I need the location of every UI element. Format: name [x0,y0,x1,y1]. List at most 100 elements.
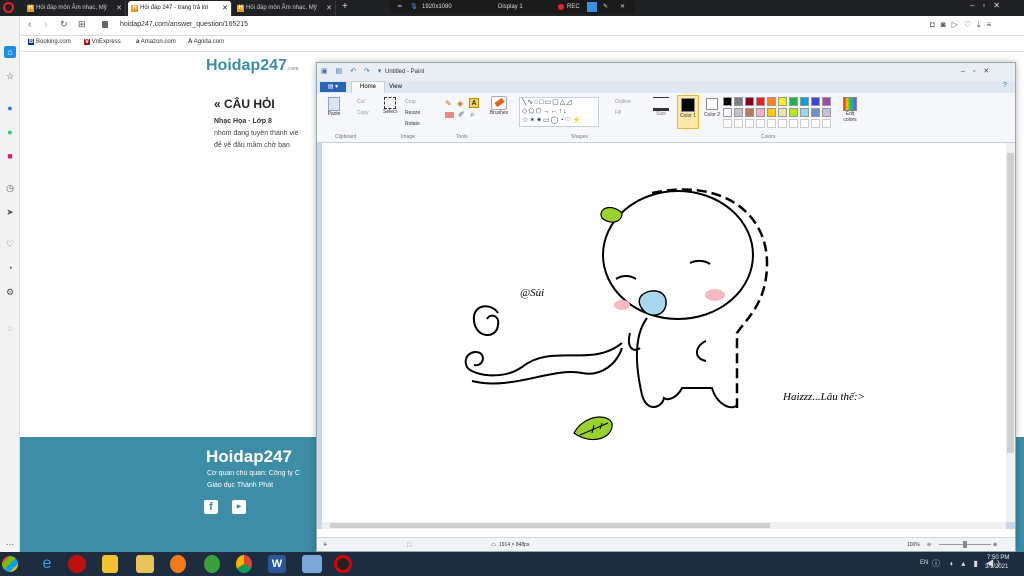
help-icon[interactable]: ? [1003,82,1007,89]
more-icon[interactable]: … [4,536,16,548]
palette-swatch[interactable] [789,108,798,117]
messenger-icon[interactable]: ● [4,102,16,114]
recorder-rec-label[interactable]: REC [567,0,580,14]
footer-logo[interactable]: Hoidap247 [206,447,292,467]
bookmark-vnexpress[interactable]: V VnExpress [84,39,121,45]
tab-3[interactable]: H Hỏi đáp môn Âm nhạc, Mỹ ✕ [234,1,336,16]
scroll-thumb[interactable] [1007,153,1014,453]
palette-swatch[interactable] [745,97,754,106]
fill-button[interactable]: Fill [615,110,621,116]
palette-swatch-empty[interactable] [789,119,798,128]
palette-swatch[interactable] [789,97,798,106]
back-icon[interactable]: ‹ [28,19,31,30]
bookmark-amazon[interactable]: a Amazon.com [136,39,176,45]
color1-button[interactable]: Color 1 [677,95,699,129]
opera-taskbar-icon[interactable] [68,555,86,573]
zoom-in-button[interactable]: ⊕ [993,538,997,552]
fill-icon[interactable]: ◈ [457,99,463,108]
shapes-gallery[interactable]: ╲∿○□▭▢△◿ ◇⬠⬡→←↑↓ ☆✶✷▭◯◔♡⚡ [519,97,599,127]
palette-swatch[interactable] [811,97,820,106]
clock-date[interactable]: 3/1/2021 [985,564,1008,570]
palette-swatch[interactable] [778,97,787,106]
subject-label[interactable]: Nhạc Họa · Lớp 8 [214,118,272,125]
cut-button[interactable]: Cut [357,99,365,105]
palette-swatch[interactable] [800,97,809,106]
palette-swatch[interactable] [778,108,787,117]
palette-swatch[interactable] [723,97,732,106]
edit-colors-button[interactable]: Edit colors [839,97,861,123]
new-tab-button[interactable]: + [342,1,348,12]
close-tab-icon[interactable]: ✕ [116,1,122,16]
select-button[interactable]: Select [381,97,399,115]
clock-time[interactable]: 7:50 PM [987,555,1009,561]
firefox-icon[interactable] [170,555,186,573]
window-controls[interactable]: ‒▫✕ [970,1,1008,10]
youtube-icon[interactable]: ▶ [232,500,246,514]
quick-access-icons[interactable]: ▣ ▤ ↶ ↷ ▾ [321,63,384,81]
recorder-resolution[interactable]: 1920x1080 [422,0,452,14]
zoom-out-button[interactable]: ⊖ [927,538,931,552]
palette-swatch-empty[interactable] [778,119,787,128]
palette-swatch[interactable] [800,108,809,117]
outline-button[interactable]: Outline [615,99,631,105]
bookmark-booking[interactable]: B Booking.com [28,39,71,45]
tab-home[interactable]: Home [351,81,386,93]
word-icon[interactable]: W [268,555,286,573]
star-icon[interactable]: ☆ [4,70,16,82]
eraser-icon[interactable] [445,112,454,118]
history-icon[interactable]: ◷ [4,182,16,194]
whatsapp-icon[interactable]: ● [4,126,16,138]
pencil-icon[interactable]: ✎ [445,99,452,108]
text-tool-icon[interactable]: A [469,98,479,108]
opera-logo-icon[interactable] [3,2,14,13]
send-icon[interactable]: ➤ [4,206,16,218]
pen-icon[interactable]: ✎ [603,0,608,14]
palette-swatch-empty[interactable] [767,119,776,128]
palette-swatch-empty[interactable] [734,119,743,128]
palette-swatch-empty[interactable] [811,119,820,128]
vertical-scrollbar[interactable] [1006,143,1015,522]
facebook-icon[interactable]: f [204,500,218,514]
minimize-icon[interactable]: ━ [398,0,402,14]
start-button-icon[interactable] [2,556,18,572]
palette-swatch-empty[interactable] [800,119,809,128]
language-indicator[interactable]: EN [920,560,928,566]
recorder-taskbar-icon[interactable] [334,555,352,573]
paste-button[interactable]: Paste [323,97,345,127]
recorder-square-icon[interactable] [587,2,597,12]
hscroll-thumb[interactable] [330,523,770,528]
recorder-display[interactable]: Display 1 [498,0,523,14]
ie-icon[interactable]: e [36,555,58,573]
tab-2[interactable]: H Hỏi đáp 247 - trang trả lời ✕ [128,1,232,16]
toolbar-icons[interactable]: ◘◙▷♡⤓≡ [930,20,997,30]
drawing-canvas[interactable]: @Sùi Haizzz...Lâu thế:> [322,143,1006,522]
zoom-slider[interactable] [939,541,991,548]
color2-button[interactable]: Color 2 [701,95,723,129]
brushes-button[interactable]: Brushes [487,96,511,116]
grid-icon[interactable]: ⊞ [78,19,86,30]
crop-button[interactable]: Crop [405,99,416,105]
media-player-icon[interactable] [102,555,118,573]
palette-swatch[interactable] [822,97,831,106]
site-logo[interactable]: Hoidap247.com [206,57,299,75]
heart-icon[interactable]: ♡ [4,238,16,250]
color-picker-icon[interactable]: ✐ [458,110,465,119]
magnifier-icon[interactable]: ⌕ [470,110,474,120]
close-tab-icon[interactable]: ✕ [222,1,228,16]
palette-swatch-empty[interactable] [756,119,765,128]
palette-swatch[interactable] [811,108,820,117]
palette-swatch[interactable] [767,97,776,106]
close-icon[interactable]: ✕ [620,0,625,14]
size-button[interactable]: Size [651,97,671,117]
palette-swatch[interactable] [745,108,754,117]
zoom-thumb[interactable] [963,541,967,548]
paint-taskbar-icon[interactable] [302,555,322,573]
palette-swatch[interactable] [767,108,776,117]
tab-view[interactable]: View [389,81,402,93]
resize-button[interactable]: Resize [405,110,420,116]
microphone-icon[interactable]: 🎙 [410,0,418,14]
palette-swatch-empty[interactable] [745,119,754,128]
copy-button[interactable]: Copy [357,110,369,116]
coccoc-icon[interactable] [204,555,220,573]
reload-icon[interactable]: ↻ [60,19,68,30]
